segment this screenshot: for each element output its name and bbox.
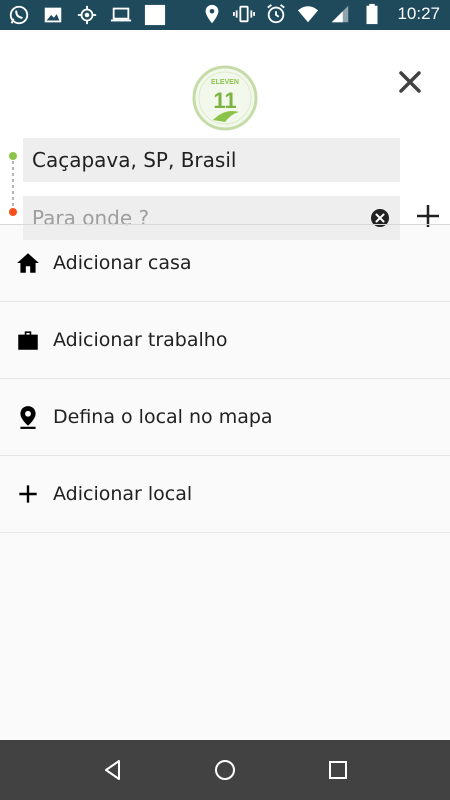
- place-options-list: Adicionar casa Adicionar trabalho Defina…: [0, 225, 450, 533]
- navigation-bar: [0, 740, 450, 800]
- gps-icon: [77, 5, 97, 25]
- set-on-map-label: Defina o local no mapa: [53, 406, 273, 428]
- origin-dot: [9, 152, 17, 160]
- wifi-icon: [298, 6, 319, 23]
- battery-icon: [366, 3, 378, 25]
- add-work-item[interactable]: Adicionar trabalho: [0, 302, 450, 379]
- system-icons: 10:27: [201, 3, 440, 25]
- origin-text: Caçapava, SP, Brasil: [32, 148, 237, 172]
- image-icon: [44, 7, 62, 23]
- alarm-icon: [267, 4, 286, 24]
- add-place-item[interactable]: Adicionar local: [0, 456, 450, 533]
- laptop-icon: [110, 7, 132, 22]
- notification-icons: [8, 4, 166, 26]
- add-home-label: Adicionar casa: [53, 252, 192, 274]
- signal-icon: [332, 5, 349, 23]
- add-work-label: Adicionar trabalho: [53, 329, 228, 351]
- route-connector: [9, 152, 17, 216]
- back-icon[interactable]: [101, 758, 125, 782]
- status-bar: 10:27: [0, 0, 450, 30]
- logo-text: ELEVEN: [211, 79, 239, 86]
- add-place-label: Adicionar local: [53, 483, 193, 505]
- square-icon: [144, 4, 166, 26]
- origin-field[interactable]: Caçapava, SP, Brasil: [23, 138, 400, 182]
- home-icon: [17, 253, 39, 273]
- plus-icon: [19, 485, 37, 503]
- whatsapp-icon: [9, 5, 29, 25]
- vibrate-icon: [233, 5, 256, 23]
- destination-dot: [9, 208, 17, 216]
- close-icon[interactable]: [396, 68, 424, 96]
- location-icon: [206, 4, 219, 24]
- map-pin-icon: [20, 406, 36, 429]
- add-home-item[interactable]: Adicionar casa: [0, 225, 450, 302]
- home-circle-icon[interactable]: [213, 758, 237, 782]
- eleven-logo: ELEVEN 11: [192, 65, 258, 131]
- recents-icon[interactable]: [326, 758, 350, 782]
- briefcase-icon: [18, 331, 38, 350]
- logo-number: 11: [213, 88, 236, 113]
- set-on-map-item[interactable]: Defina o local no mapa: [0, 379, 450, 456]
- route-header: ELEVEN 11 Caçapava, SP, Brasil: [0, 30, 450, 240]
- clock: 10:27: [397, 4, 440, 23]
